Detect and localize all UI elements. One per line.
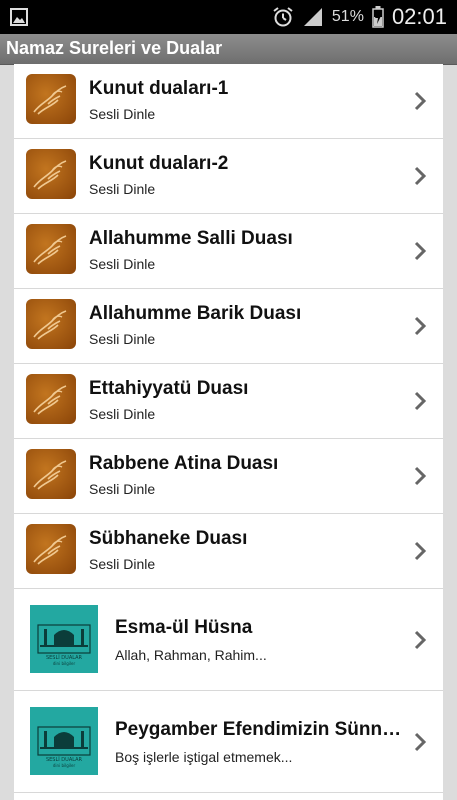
chevron-right-icon bbox=[414, 541, 427, 561]
chevron-right-icon bbox=[414, 316, 427, 336]
clock: 02:01 bbox=[391, 4, 447, 29]
item-subtitle: Allah, Rahman, Rahim... bbox=[115, 647, 267, 663]
item-subtitle: Boş işlerle iştigal etmemek... bbox=[115, 749, 293, 765]
item-title: Esma-ül Hüsna bbox=[115, 617, 253, 638]
item-subtitle: Sesli Dinle bbox=[89, 481, 156, 497]
chevron-right-icon bbox=[414, 166, 427, 186]
list-item[interactable]: Allahumme Barik Duası Sesli Dinle bbox=[14, 289, 443, 364]
item-title: Kunut duaları-2 bbox=[89, 153, 229, 174]
page-title: Namaz Sureleri ve Dualar bbox=[6, 38, 223, 58]
item-title: Peygamber Efendimizin Sünnetleri bbox=[115, 719, 405, 740]
item-subtitle: Sesli Dinle bbox=[89, 556, 156, 572]
chevron-right-icon bbox=[414, 241, 427, 261]
list-item[interactable]: SESLİ DUALAR dini bilgiler Esma-ül Hüsna… bbox=[14, 589, 443, 691]
status-bar: 51% 02:01 bbox=[0, 0, 457, 34]
list-item[interactable]: Rabbene Atina Duası Sesli Dinle bbox=[14, 439, 443, 514]
item-title: Allahumme Salli Duası bbox=[89, 228, 293, 249]
item-subtitle: Sesli Dinle bbox=[89, 331, 156, 347]
item-title: Kunut duaları-1 bbox=[89, 78, 229, 99]
item-title: Allahumme Barik Duası bbox=[89, 303, 302, 324]
svg-text:dini bilgiler: dini bilgiler bbox=[53, 661, 76, 666]
praying-hands-icon bbox=[26, 224, 76, 274]
chevron-right-icon bbox=[414, 732, 427, 752]
item-subtitle: Sesli Dinle bbox=[89, 181, 156, 197]
list-item[interactable]: Ettahiyyatü Duası Sesli Dinle bbox=[14, 364, 443, 439]
item-title: Rabbene Atina Duası bbox=[89, 453, 279, 474]
signal-strength-icon bbox=[303, 8, 322, 26]
item-subtitle: Sesli Dinle bbox=[89, 106, 156, 122]
sesli-dualar-logo-icon: SESLİ DUALAR dini bilgiler bbox=[30, 605, 98, 673]
praying-hands-icon bbox=[26, 299, 76, 349]
chevron-right-icon bbox=[414, 391, 427, 411]
prayer-list[interactable]: Kunut duaları-1 Sesli Dinle Kunut dualar… bbox=[14, 64, 443, 800]
sesli-dualar-logo-icon: SESLİ DUALAR dini bilgiler bbox=[30, 707, 98, 775]
svg-text:SESLİ DUALAR: SESLİ DUALAR bbox=[46, 654, 83, 661]
chevron-right-icon bbox=[414, 466, 427, 486]
praying-hands-icon bbox=[26, 449, 76, 499]
list-item[interactable]: SESLİ DUALAR dini bilgiler Peygamber Efe… bbox=[14, 691, 443, 793]
app-bar: Namaz Sureleri ve Dualar bbox=[0, 34, 457, 65]
list-item[interactable]: Sübhaneke Duası Sesli Dinle bbox=[14, 514, 443, 589]
list-item[interactable]: Kunut duaları-2 Sesli Dinle bbox=[14, 139, 443, 214]
battery-percent: 51% bbox=[331, 8, 364, 25]
chevron-right-icon bbox=[414, 630, 427, 650]
praying-hands-icon bbox=[26, 74, 76, 124]
svg-text:SESLİ DUALAR: SESLİ DUALAR bbox=[46, 756, 83, 763]
alarm-clock-icon bbox=[273, 7, 293, 27]
item-subtitle: Sesli Dinle bbox=[89, 256, 156, 272]
item-title: Sübhaneke Duası bbox=[89, 528, 248, 549]
praying-hands-icon bbox=[26, 524, 76, 574]
list-item[interactable]: Allahumme Salli Duası Sesli Dinle bbox=[14, 214, 443, 289]
svg-text:dini bilgiler: dini bilgiler bbox=[53, 763, 76, 768]
list-item[interactable]: Kunut duaları-1 Sesli Dinle bbox=[14, 64, 443, 139]
battery-charging-icon bbox=[372, 6, 384, 28]
item-subtitle: Sesli Dinle bbox=[89, 406, 156, 422]
praying-hands-icon bbox=[26, 149, 76, 199]
item-title: Ettahiyyatü Duası bbox=[89, 378, 249, 399]
praying-hands-icon bbox=[26, 374, 76, 424]
chevron-right-icon bbox=[414, 91, 427, 111]
gallery-notification-icon bbox=[10, 8, 28, 26]
